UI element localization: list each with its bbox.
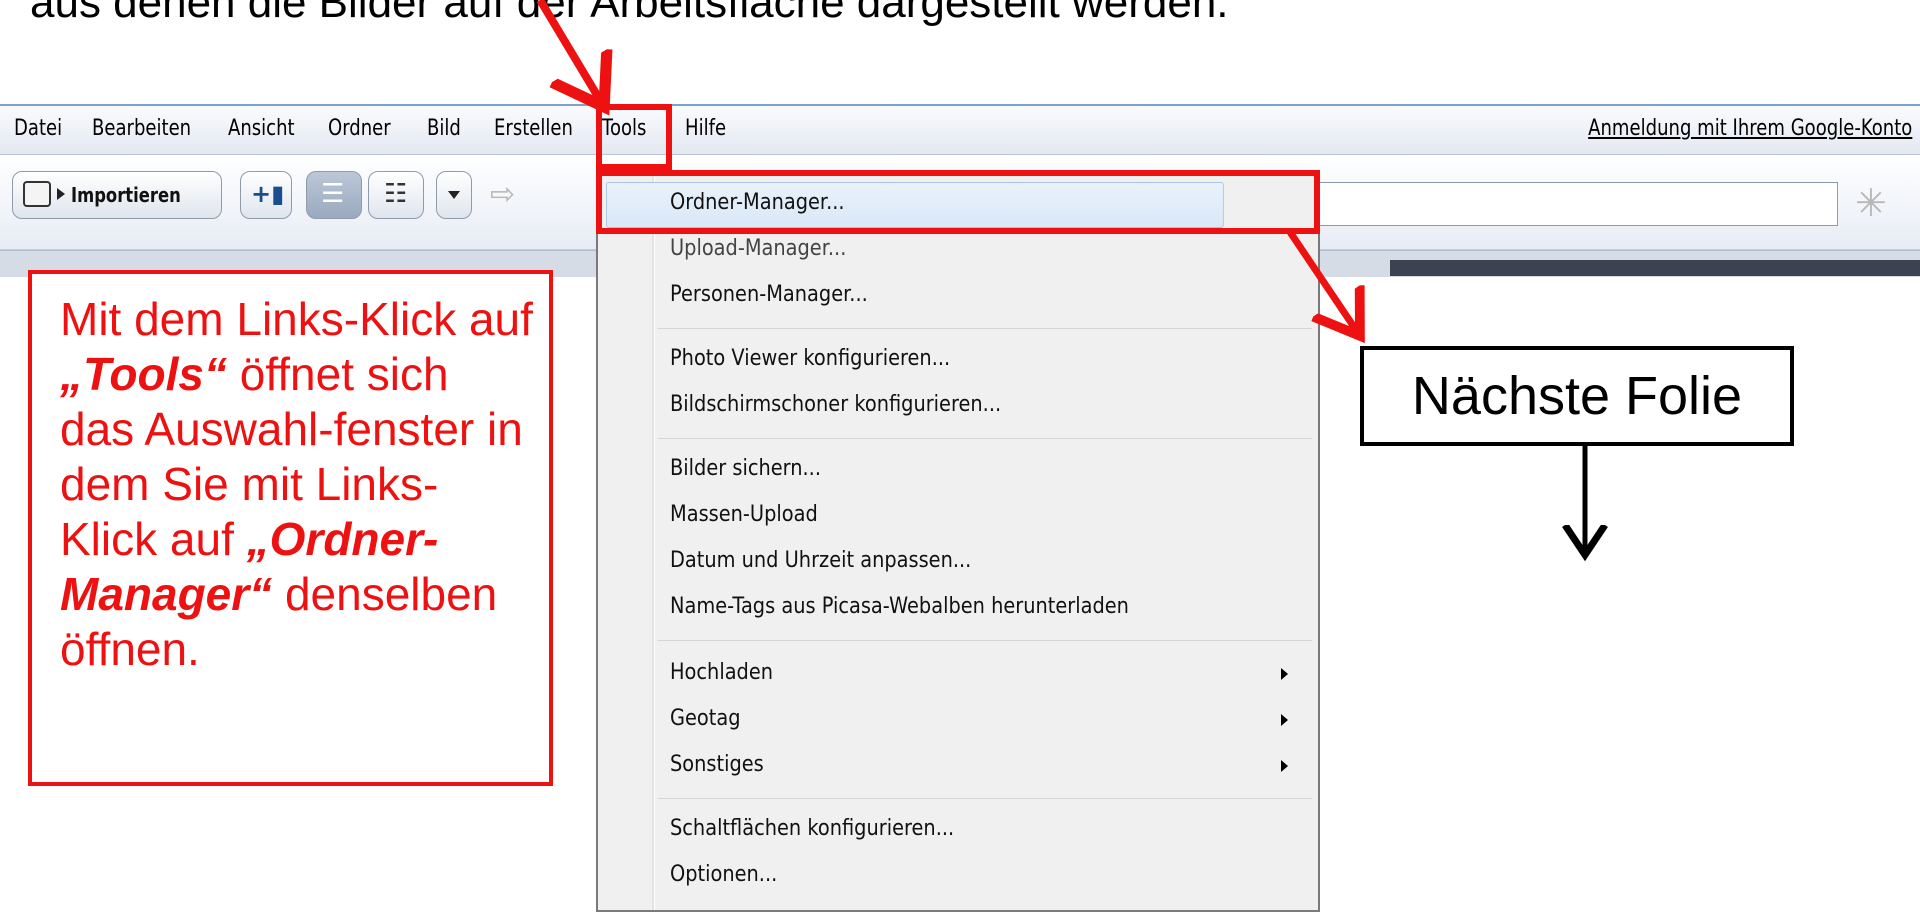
tree-view-button[interactable]: ☷: [368, 171, 424, 219]
menu-erstellen[interactable]: Erstellen: [494, 114, 573, 144]
menu-item-personen-manager[interactable]: Personen-Manager...: [670, 280, 868, 310]
menu-item-schaltflaechen[interactable]: Schaltflächen konfigurieren...: [670, 814, 954, 844]
view-dropdown-button[interactable]: [436, 171, 472, 219]
menu-icon-gutter: [652, 174, 655, 910]
play-arrow-icon: [57, 188, 65, 200]
next-slide-button[interactable]: Nächste Folie: [1360, 346, 1794, 446]
photo-tray-area: [1390, 260, 1920, 276]
menu-item-sonstiges[interactable]: Sonstiges: [670, 750, 764, 780]
share-icon[interactable]: ⇨: [490, 177, 515, 212]
menu-item-optionen[interactable]: Optionen...: [670, 860, 777, 890]
submenu-arrow-icon: [1281, 760, 1288, 772]
import-label: Importieren: [71, 183, 181, 207]
menu-item-bildschirmschoner[interactable]: Bildschirmschoner konfigurieren...: [670, 390, 1001, 420]
menu-separator: [658, 438, 1312, 439]
menu-ordner[interactable]: Ordner: [328, 114, 391, 144]
menu-datei[interactable]: Datei: [14, 114, 62, 144]
ordner-manager-highlight-box: [596, 170, 1320, 234]
tools-dropdown-menu: Ordner-Manager... Upload-Manager... Pers…: [596, 172, 1320, 912]
camera-icon: [23, 181, 51, 207]
chevron-down-icon: [448, 191, 460, 199]
menu-item-bilder-sichern[interactable]: Bilder sichern...: [670, 454, 821, 484]
add-album-icon: +▮: [251, 180, 285, 208]
menu-separator: [658, 798, 1312, 799]
menu-item-datum-uhrzeit[interactable]: Datum und Uhrzeit anpassen...: [670, 546, 971, 576]
tools-highlight-box: [596, 104, 672, 170]
google-signin-link[interactable]: Anmeldung mit Ihrem Google-Konto: [1588, 114, 1912, 144]
menu-item-hochladen[interactable]: Hochladen: [670, 658, 773, 688]
note-text-1: Mit dem Links-Klick auf: [60, 293, 533, 345]
menu-item-upload-manager[interactable]: Upload-Manager...: [670, 234, 846, 264]
add-to-album-button[interactable]: +▮: [240, 171, 292, 219]
menu-separator: [658, 640, 1312, 641]
menu-item-photo-viewer[interactable]: Photo Viewer konfigurieren...: [670, 344, 950, 374]
menu-item-massen-upload[interactable]: Massen-Upload: [670, 500, 818, 530]
tree-view-icon: ☷: [384, 178, 408, 208]
menu-separator: [658, 328, 1312, 329]
search-input[interactable]: [1310, 182, 1838, 226]
submenu-arrow-icon: [1281, 714, 1288, 726]
import-button[interactable]: Importieren: [12, 171, 222, 219]
note-tools-emphasis: „Tools“: [60, 348, 227, 400]
slide-caption: aus denen die Bilder auf der Arbeitsfläc…: [30, 0, 1229, 27]
loading-spinner-icon: ✳: [1855, 183, 1887, 225]
submenu-arrow-icon: [1281, 668, 1288, 680]
menu-bar: Datei Bearbeiten Ansicht Ordner Bild Ers…: [0, 106, 1920, 155]
menu-ansicht[interactable]: Ansicht: [228, 114, 295, 144]
instruction-note: Mit dem Links-Klick auf „Tools“ öffnet s…: [28, 270, 553, 786]
menu-bild[interactable]: Bild: [427, 114, 461, 144]
menu-item-geotag[interactable]: Geotag: [670, 704, 741, 734]
list-view-button[interactable]: ☰: [306, 171, 362, 219]
menu-bearbeiten[interactable]: Bearbeiten: [92, 114, 191, 144]
menu-item-name-tags[interactable]: Name-Tags aus Picasa-Webalben herunterla…: [670, 592, 1129, 622]
list-view-icon: ☰: [321, 178, 345, 208]
menu-hilfe[interactable]: Hilfe: [685, 114, 726, 144]
